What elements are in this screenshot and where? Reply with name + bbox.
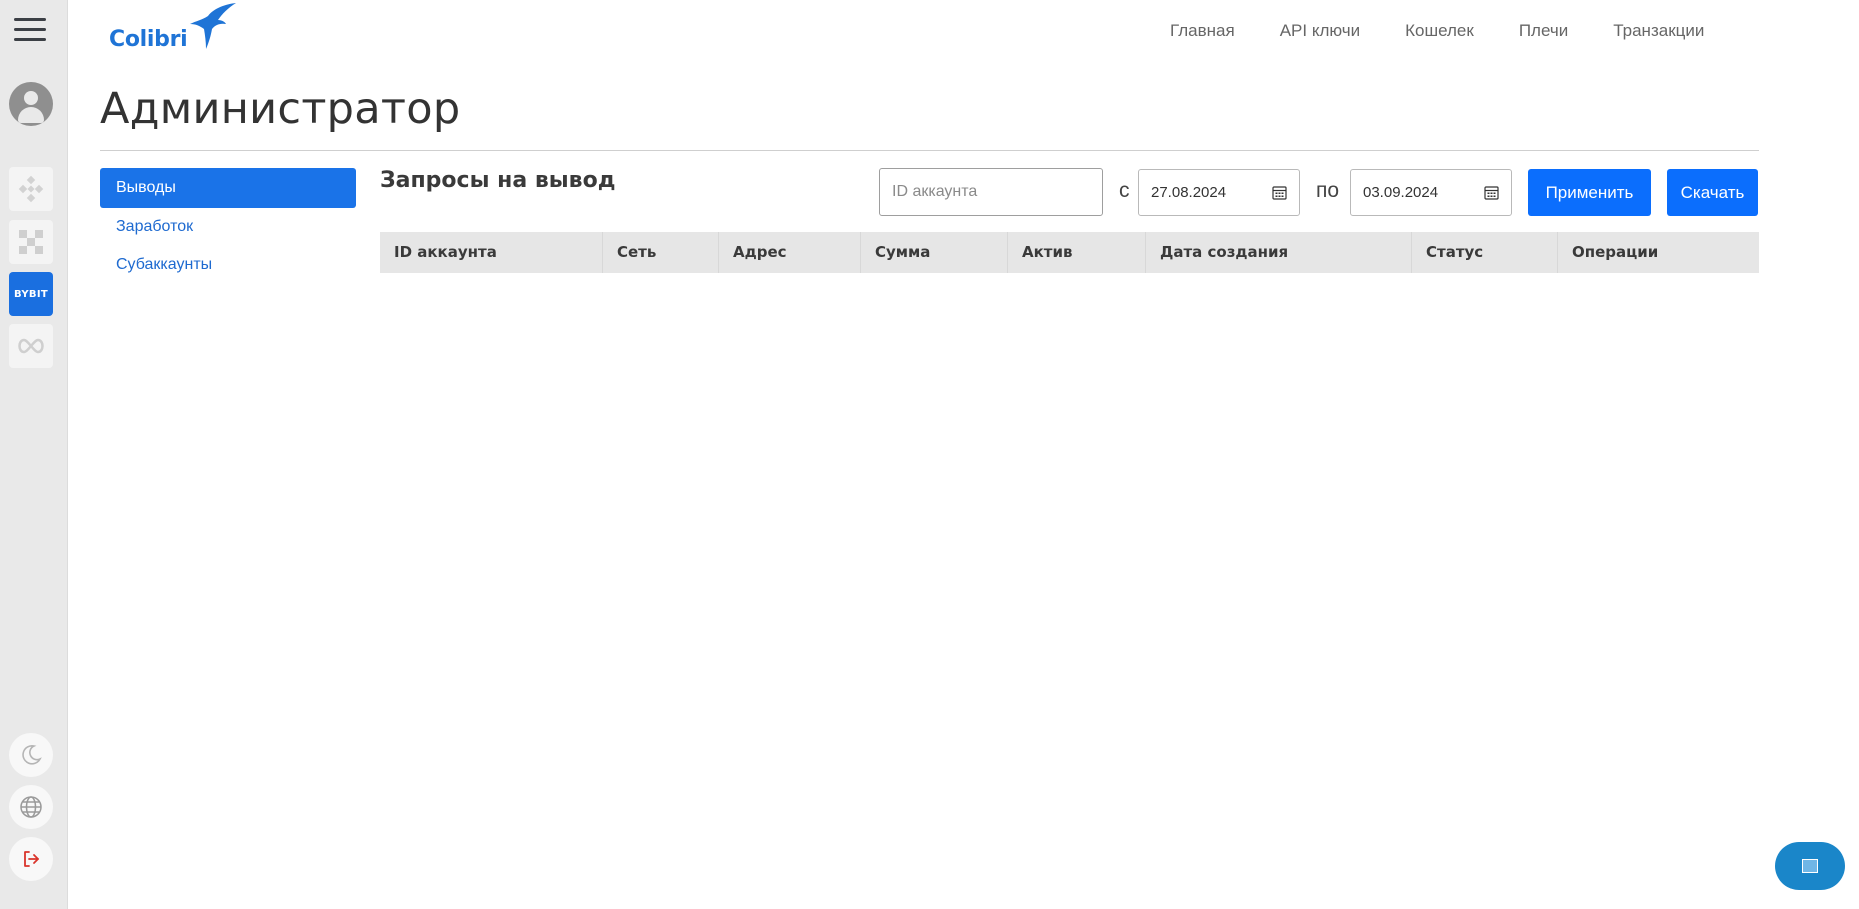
from-date-value: 27.08.2024	[1151, 184, 1227, 201]
to-date-input[interactable]: 03.09.2024	[1350, 169, 1512, 216]
column-header-created-date[interactable]: Дата создания	[1146, 232, 1412, 273]
page-title: Администратор	[100, 84, 461, 134]
nav-transactions[interactable]: Транзакции	[1613, 21, 1704, 41]
left-rail: BYBIT	[0, 0, 68, 909]
okx-icon[interactable]	[9, 220, 53, 264]
column-header-asset[interactable]: Актив	[1008, 232, 1146, 273]
logo-text: Colibri	[109, 27, 188, 52]
infinity-link-icon[interactable]	[9, 324, 53, 368]
nav-wallet[interactable]: Кошелек	[1405, 21, 1474, 41]
to-date-value: 03.09.2024	[1363, 184, 1439, 201]
column-header-status[interactable]: Статус	[1412, 232, 1558, 273]
nav-home[interactable]: Главная	[1170, 21, 1235, 41]
admin-side-menu: Выводы Заработок Субаккаунты	[100, 168, 356, 284]
top-nav: Главная API ключи Кошелек Плечи Транзакц…	[1170, 21, 1749, 41]
sidemenu-item-subaccounts[interactable]: Субаккаунты	[100, 246, 356, 284]
from-date-input[interactable]: 27.08.2024	[1138, 169, 1300, 216]
account-id-input[interactable]	[879, 168, 1103, 216]
section-title: Запросы на вывод	[380, 168, 616, 193]
logo[interactable]: Colibri	[108, 2, 238, 52]
download-button[interactable]: Скачать	[1667, 169, 1758, 216]
column-header-amount[interactable]: Сумма	[861, 232, 1008, 273]
chat-widget-button[interactable]	[1775, 842, 1845, 890]
calendar-icon[interactable]	[1272, 185, 1287, 200]
avatar[interactable]	[9, 82, 53, 126]
column-header-account-id[interactable]: ID аккаунта	[380, 232, 603, 273]
binance-icon[interactable]	[9, 167, 53, 211]
calendar-icon[interactable]	[1484, 185, 1499, 200]
logout-icon[interactable]	[9, 837, 53, 881]
nav-leverage[interactable]: Плечи	[1519, 21, 1568, 41]
to-label: по	[1316, 179, 1340, 202]
divider	[100, 150, 1759, 151]
nav-api-keys[interactable]: API ключи	[1280, 21, 1360, 41]
menu-icon[interactable]	[14, 18, 46, 44]
hummingbird-icon	[190, 3, 236, 49]
column-header-network[interactable]: Сеть	[603, 232, 719, 273]
globe-icon[interactable]	[9, 785, 53, 829]
sidemenu-item-withdrawals[interactable]: Выводы	[100, 168, 356, 208]
sidemenu-item-earnings[interactable]: Заработок	[100, 208, 356, 246]
from-label: с	[1119, 179, 1130, 202]
column-header-operations[interactable]: Операции	[1558, 232, 1759, 273]
bybit-icon[interactable]: BYBIT	[9, 272, 53, 316]
apply-button[interactable]: Применить	[1528, 169, 1651, 216]
moon-icon[interactable]	[9, 733, 53, 777]
column-header-address[interactable]: Адрес	[719, 232, 861, 273]
withdrawals-table-header: ID аккаунта Сеть Адрес Сумма Актив Дата …	[380, 232, 1759, 273]
broken-image-icon	[1802, 859, 1818, 873]
